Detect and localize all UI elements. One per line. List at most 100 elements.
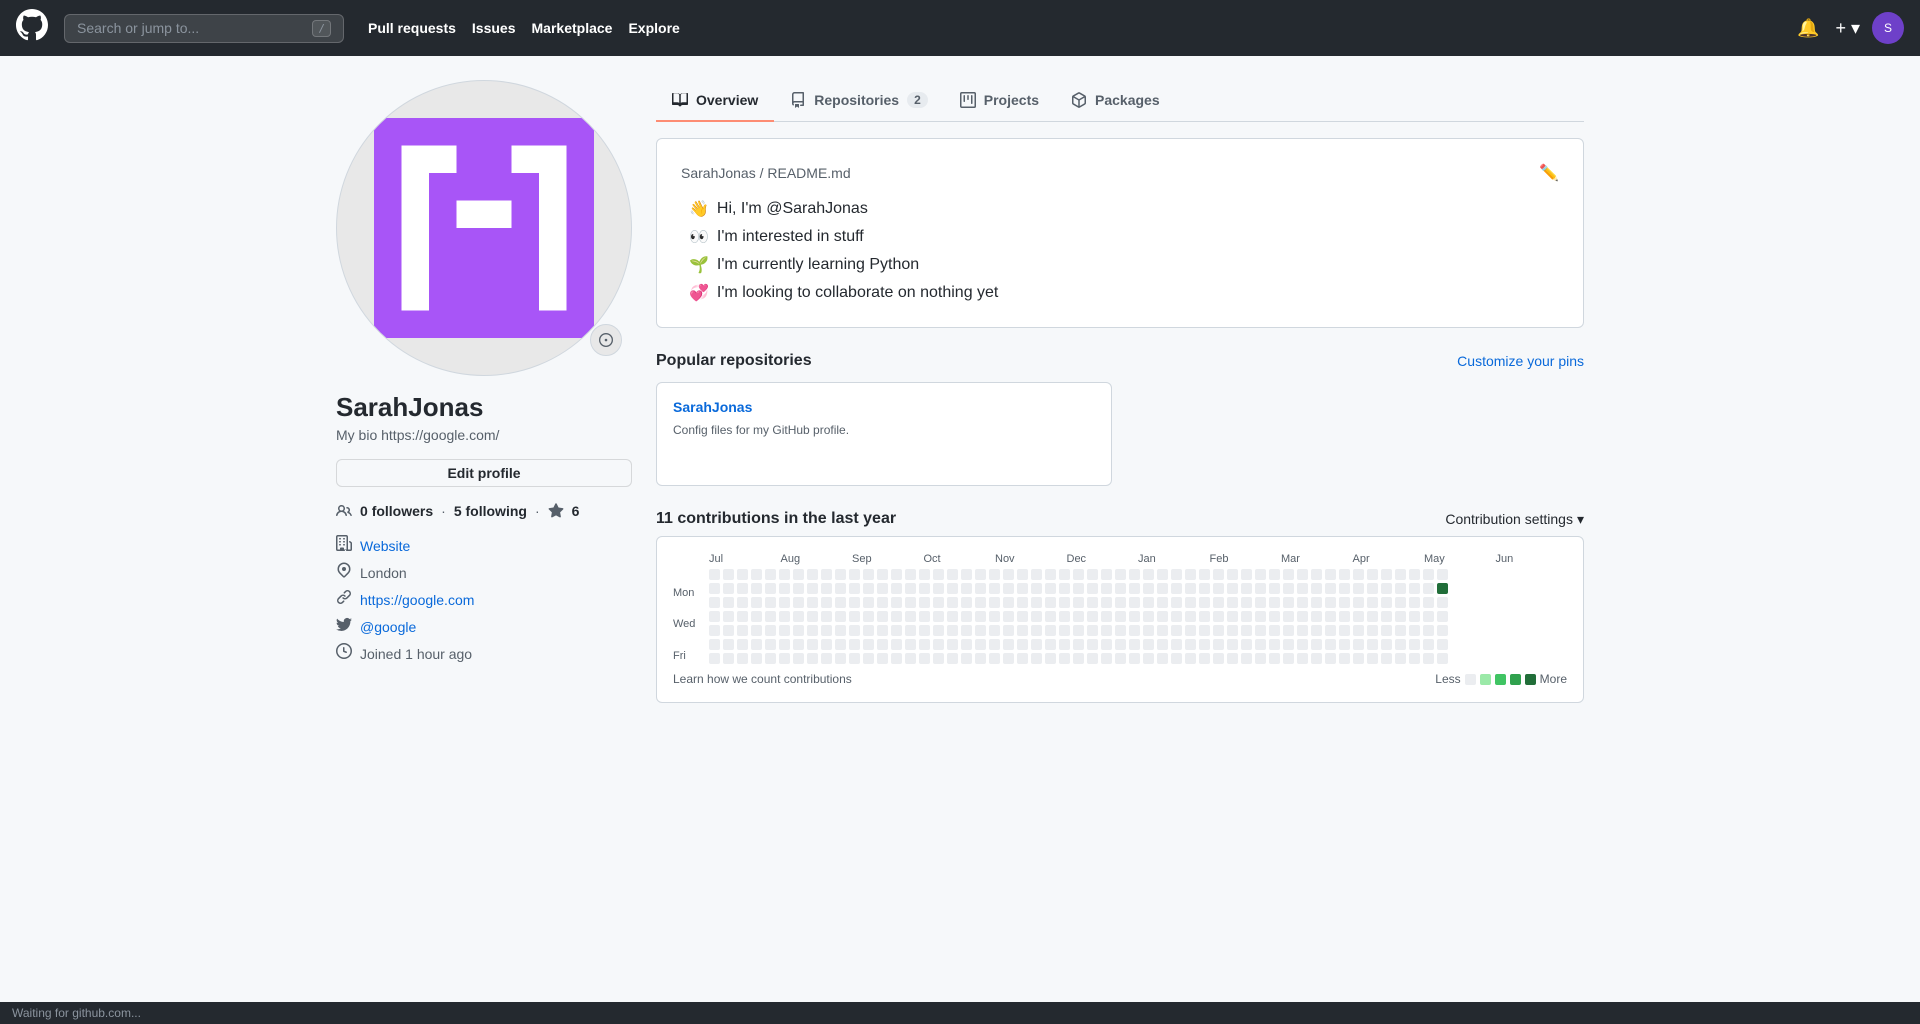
contrib-cell <box>961 569 972 580</box>
contrib-cell <box>1311 639 1322 650</box>
following-link[interactable]: 5 following <box>454 503 527 519</box>
contrib-cell <box>961 597 972 608</box>
legend-2 <box>1495 674 1506 685</box>
contrib-week <box>723 569 734 664</box>
contrib-cell <box>835 625 846 636</box>
contrib-cell <box>1381 639 1392 650</box>
repo-card-sarahjonas: SarahJonas Config files for my GitHub pr… <box>656 382 1112 486</box>
contrib-cell <box>1003 639 1014 650</box>
contrib-cell <box>877 583 888 594</box>
nav-marketplace[interactable]: Marketplace <box>532 20 613 36</box>
contrib-cell <box>1325 611 1336 622</box>
contrib-cell <box>1381 625 1392 636</box>
nav-explore[interactable]: Explore <box>628 20 679 36</box>
contrib-week <box>793 569 804 664</box>
contrib-cell <box>737 611 748 622</box>
new-item-button[interactable]: + ▾ <box>1831 14 1864 43</box>
repo-grid: SarahJonas Config files for my GitHub pr… <box>656 382 1584 486</box>
contrib-cell <box>1157 569 1168 580</box>
chevron-down-icon: ▾ <box>1577 511 1584 528</box>
legend-3 <box>1510 674 1521 685</box>
contrib-cell <box>1157 583 1168 594</box>
contrib-cell <box>863 653 874 664</box>
contrib-cell <box>807 653 818 664</box>
tab-projects[interactable]: Projects <box>944 80 1055 122</box>
contrib-cell <box>793 611 804 622</box>
edit-profile-button[interactable]: Edit profile <box>336 459 632 487</box>
contrib-cell <box>1283 597 1294 608</box>
contrib-cell <box>1031 569 1042 580</box>
sidebar: SarahJonas My bio https://google.com/ Ed… <box>336 80 632 703</box>
contrib-cell <box>1255 625 1266 636</box>
contrib-cell <box>1255 583 1266 594</box>
contrib-cell <box>737 597 748 608</box>
twitter-meta: @google <box>336 616 632 637</box>
notifications-button[interactable]: 🔔 <box>1793 14 1823 43</box>
status-bar: Waiting for github.com... <box>0 1002 1920 1024</box>
contrib-cell <box>933 611 944 622</box>
contrib-cell <box>1115 639 1126 650</box>
contrib-cell <box>1199 653 1210 664</box>
contributions-settings-button[interactable]: Contribution settings ▾ <box>1445 511 1584 528</box>
link-url[interactable]: https://google.com <box>360 592 474 608</box>
customize-pins-link[interactable]: Customize your pins <box>1457 353 1584 369</box>
website-meta: Website <box>336 535 632 556</box>
readme-emoji-2: 🌱 <box>689 255 709 275</box>
contrib-cell <box>709 597 720 608</box>
contrib-cell <box>947 611 958 622</box>
avatar-edit-button[interactable] <box>590 324 622 356</box>
website-link[interactable]: Website <box>360 538 410 554</box>
contrib-cell <box>1283 569 1294 580</box>
contrib-cell <box>1129 653 1140 664</box>
joined-text: Joined 1 hour ago <box>360 646 472 662</box>
contrib-cell <box>1059 583 1070 594</box>
contrib-cell <box>835 569 846 580</box>
contrib-cell <box>1381 569 1392 580</box>
nav-issues[interactable]: Issues <box>472 20 516 36</box>
contrib-week <box>933 569 944 664</box>
learn-contributions-link[interactable]: Learn how we count contributions <box>673 672 852 686</box>
followers-link[interactable]: 0 followers <box>360 503 433 519</box>
contrib-cell <box>1367 653 1378 664</box>
contrib-cell <box>933 653 944 664</box>
contrib-cell <box>1213 611 1224 622</box>
contrib-cell <box>1171 569 1182 580</box>
contrib-cell <box>1227 653 1238 664</box>
user-menu[interactable]: S <box>1872 12 1904 44</box>
star-icon <box>548 503 564 519</box>
contrib-footer: Learn how we count contributions Less Mo… <box>673 672 1567 686</box>
contrib-cell <box>1115 625 1126 636</box>
contrib-cell <box>891 639 902 650</box>
github-logo-icon[interactable] <box>16 9 48 48</box>
contrib-cell <box>1325 653 1336 664</box>
repo-description: Config files for my GitHub profile. <box>673 423 1095 453</box>
contrib-week <box>821 569 832 664</box>
twitter-link[interactable]: @google <box>360 619 416 635</box>
contrib-cell <box>709 653 720 664</box>
tab-packages[interactable]: Packages <box>1055 80 1176 122</box>
search-shortcut: / <box>312 20 331 37</box>
contrib-cell <box>1045 583 1056 594</box>
contrib-cell <box>1087 625 1098 636</box>
contrib-cell <box>751 569 762 580</box>
nav-pull-requests[interactable]: Pull requests <box>368 20 456 36</box>
repo-name-link[interactable]: SarahJonas <box>673 399 1095 415</box>
contrib-cell <box>1227 583 1238 594</box>
contrib-cell <box>877 625 888 636</box>
search-bar[interactable]: Search or jump to... / <box>64 14 344 43</box>
contrib-cell <box>1045 597 1056 608</box>
contrib-cell <box>1311 583 1322 594</box>
tab-repositories[interactable]: Repositories 2 <box>774 80 944 122</box>
contrib-cell <box>765 597 776 608</box>
contrib-cell <box>751 639 762 650</box>
readme-edit-button[interactable]: ✏️ <box>1539 163 1559 183</box>
contrib-cell <box>1283 611 1294 622</box>
contrib-cell <box>1437 625 1448 636</box>
repo-icon <box>790 92 806 108</box>
contrib-cell <box>1381 653 1392 664</box>
contrib-cell <box>1423 639 1434 650</box>
contrib-cell <box>723 597 734 608</box>
stars-link[interactable]: 6 <box>572 503 580 519</box>
contrib-cell <box>1353 583 1364 594</box>
tab-overview[interactable]: Overview <box>656 80 774 122</box>
